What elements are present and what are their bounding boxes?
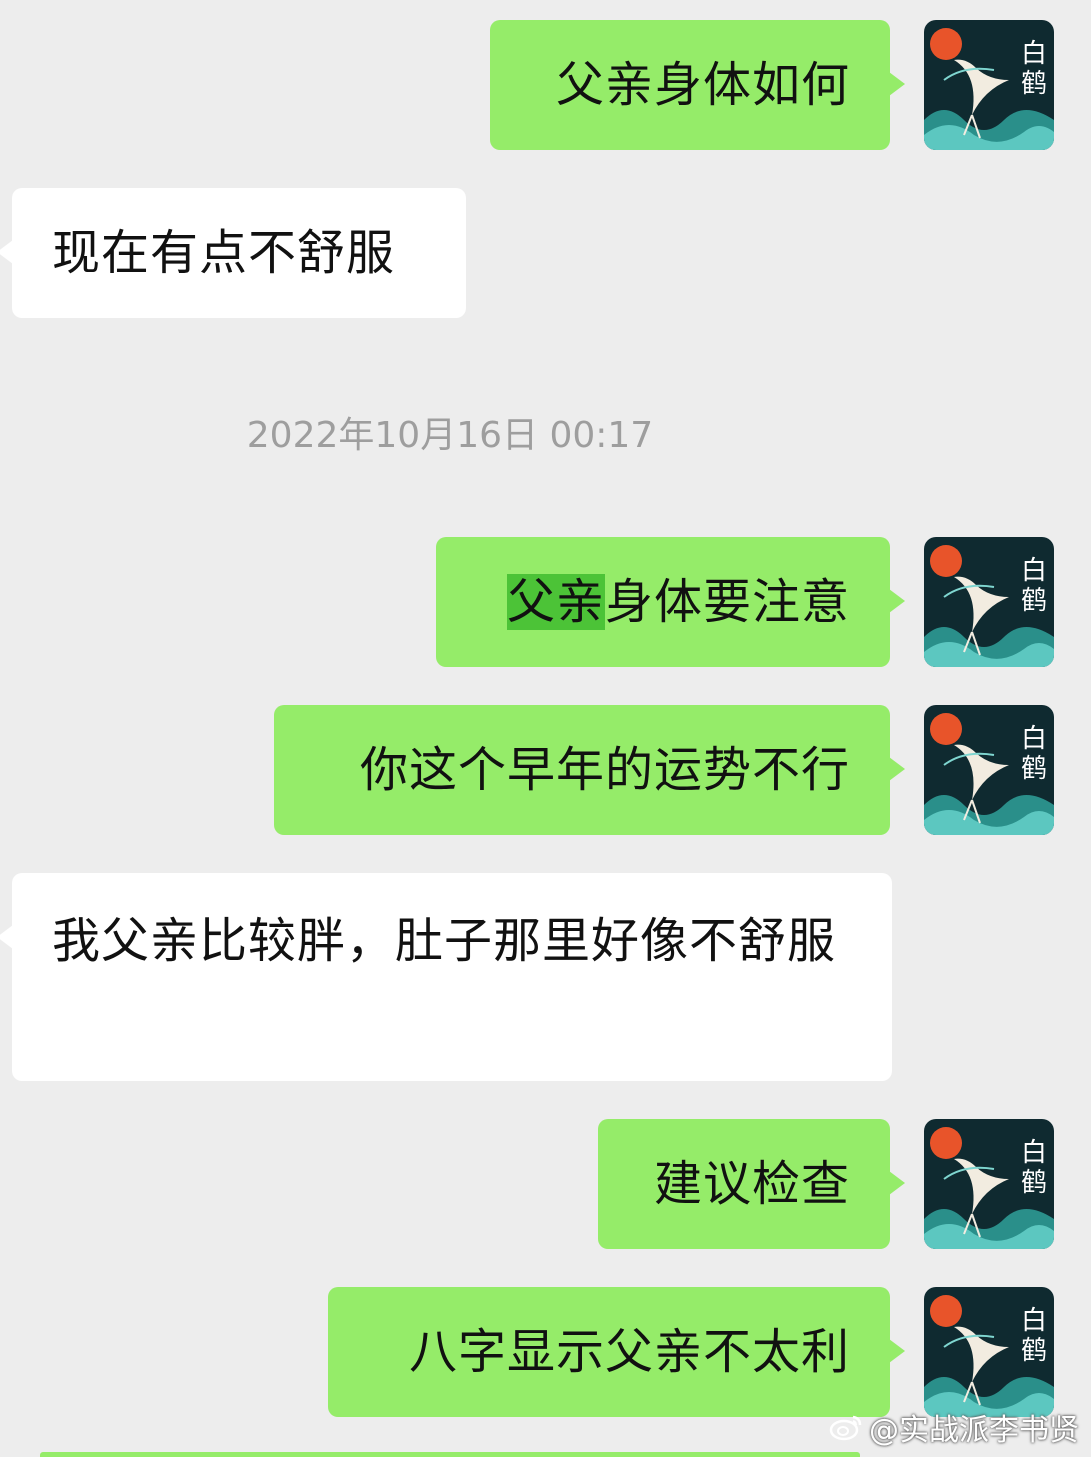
message-bubble-outgoing[interactable]: 父亲身体要注意 — [436, 537, 905, 667]
message-text: 建议检查 — [653, 1156, 850, 1212]
svg-text:鹤: 鹤 — [1021, 1168, 1047, 1198]
svg-text:白: 白 — [1021, 1138, 1047, 1168]
svg-text:白: 白 — [1021, 1306, 1047, 1336]
svg-text:白: 白 — [1021, 39, 1047, 69]
search-highlight: 父亲 — [506, 574, 605, 630]
white-crane-avatar-icon: 白 鹤 — [924, 705, 1054, 835]
message-text: 现在有点不舒服 — [52, 225, 396, 281]
avatar[interactable]: 白 鹤 — [924, 705, 1054, 835]
message-bubble-outgoing[interactable]: 八字显示父亲不太利 — [328, 1287, 905, 1417]
message-bubble-outgoing[interactable]: 建议检查 — [598, 1119, 905, 1249]
svg-text:白: 白 — [1021, 724, 1047, 754]
svg-text:鹤: 鹤 — [1021, 1336, 1047, 1366]
avatar[interactable]: 白 鹤 — [924, 20, 1054, 150]
white-crane-avatar-icon: 白 鹤 — [924, 1287, 1054, 1417]
avatar[interactable]: 白 鹤 — [924, 1287, 1054, 1417]
message-text: 父亲身体要注意 — [506, 564, 850, 640]
white-crane-avatar-icon: 白 鹤 — [924, 537, 1054, 667]
watermark-text: @实战派李书贤 — [869, 1413, 1079, 1448]
message-text: 我父亲比较胖，肚子那里好像不舒服 — [52, 913, 837, 969]
message-text: 八字显示父亲不太利 — [408, 1324, 850, 1380]
message-bubble-incoming[interactable]: 我父亲比较胖，肚子那里好像不舒服 — [0, 873, 892, 1081]
svg-text:白: 白 — [1021, 556, 1047, 586]
weibo-icon — [829, 1415, 862, 1441]
chat-view: 父亲身体如何 白 鹤 现在有点不舒服 2022年10月16日 00:17 父亲身… — [0, 0, 1091, 1457]
message-text: 父亲身体如何 — [555, 57, 850, 113]
message-bubble-outgoing[interactable]: 父亲身体如何 — [490, 20, 905, 150]
avatar[interactable]: 白 鹤 — [924, 1119, 1054, 1249]
message-bubble-incoming[interactable]: 现在有点不舒服 — [0, 188, 466, 318]
message-text-rest: 身体要注意 — [604, 574, 850, 630]
message-text: 你这个早年的运势不行 — [359, 742, 850, 798]
message-bubble-partial — [40, 1452, 860, 1457]
svg-text:鹤: 鹤 — [1021, 69, 1047, 99]
message-timestamp: 2022年10月16日 00:17 — [246, 415, 654, 456]
message-bubble-outgoing[interactable]: 你这个早年的运势不行 — [274, 705, 905, 835]
avatar[interactable]: 白 鹤 — [924, 537, 1054, 667]
white-crane-avatar-icon: 白 鹤 — [924, 1119, 1054, 1249]
svg-text:鹤: 鹤 — [1021, 586, 1047, 616]
watermark: @实战派李书贤 — [829, 1405, 1079, 1449]
svg-text:鹤: 鹤 — [1021, 754, 1047, 784]
white-crane-avatar-icon: 白 鹤 — [924, 20, 1054, 150]
